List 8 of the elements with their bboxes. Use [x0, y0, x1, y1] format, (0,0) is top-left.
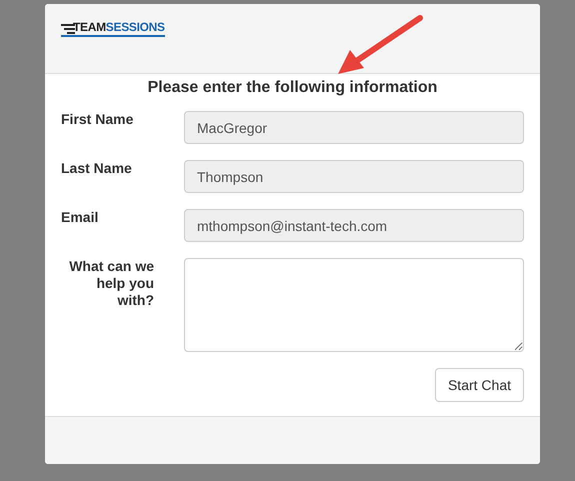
logo: TEAMSESSIONS: [61, 22, 165, 37]
field-label: Last Name: [61, 160, 133, 177]
message-textarea[interactable]: [184, 258, 524, 352]
form-heading: Please enter the following information: [146, 78, 438, 98]
field-label: Email: [61, 209, 100, 226]
field-label: First Name: [61, 111, 134, 128]
start-chat-button[interactable]: Start Chat: [434, 368, 524, 402]
field-label: What can we help you with?: [68, 258, 154, 309]
